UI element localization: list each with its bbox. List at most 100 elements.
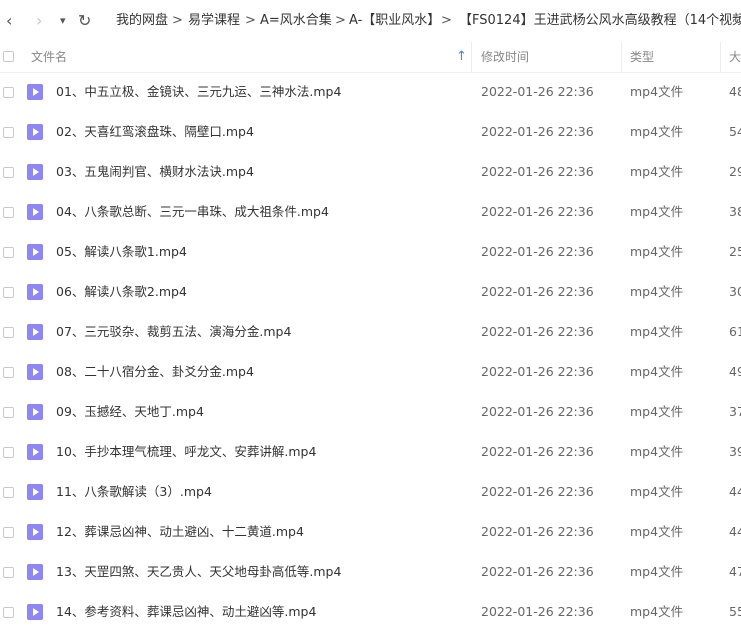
file-name[interactable]: 06、解读八条歌2.mp4 <box>56 272 187 312</box>
file-size: 48 <box>729 84 741 99</box>
row-checkbox[interactable] <box>3 127 14 138</box>
file-size: 47 <box>729 564 741 579</box>
file-row[interactable]: 07、三元驳杂、裁剪五法、演海分金.mp4 2022-01-26 22:36 mp4… <box>0 312 741 352</box>
file-modified-time: 2022-01-26 22:36 <box>481 364 594 379</box>
back-icon[interactable]: ‹ <box>6 0 12 42</box>
file-type: mp4文件 <box>630 84 684 99</box>
select-all-checkbox[interactable] <box>3 51 14 62</box>
file-name[interactable]: 08、二十八宿分金、卦爻分金.mp4 <box>56 352 254 392</box>
row-checkbox[interactable] <box>3 607 14 618</box>
row-checkbox[interactable] <box>3 367 14 378</box>
file-modified-time: 2022-01-26 22:36 <box>481 444 594 459</box>
file-name[interactable]: 07、三元驳杂、裁剪五法、演海分金.mp4 <box>56 312 291 352</box>
file-modified-time: 2022-01-26 22:36 <box>481 484 594 499</box>
row-checkbox[interactable] <box>3 287 14 298</box>
file-row[interactable]: 01、中五立极、金镜诀、三元九运、三神水法.mp4 2022-01-26 22:3… <box>0 72 741 112</box>
file-row[interactable]: 06、解读八条歌2.mp4 2022-01-26 22:36 mp4文件 30 <box>0 272 741 312</box>
file-size: 54 <box>729 124 741 139</box>
file-type: mp4文件 <box>630 604 684 619</box>
file-row[interactable]: 14、参考资料、葬课忌凶神、动土避凶等.mp4 2022-01-26 22:36 m… <box>0 592 741 632</box>
video-file-icon <box>27 564 43 580</box>
file-type: mp4文件 <box>630 364 684 379</box>
file-row[interactable]: 10、手抄本理气梳理、呼龙文、安葬讲解.mp4 2022-01-26 22:36 m… <box>0 432 741 472</box>
video-file-icon <box>27 324 43 340</box>
file-name[interactable]: 13、天罡四煞、天乙贵人、天父地母卦高低等.mp4 <box>56 552 341 592</box>
file-size: 38 <box>729 204 741 219</box>
breadcrumb-current-folder[interactable]: 【FS0124】王进武杨公风水高级教程（14个视频） <box>459 0 741 42</box>
file-row[interactable]: 02、天喜红鸾滚盘珠、隔壁口.mp4 2022-01-26 22:36 mp4文件 5… <box>0 112 741 152</box>
file-row[interactable]: 05、解读八条歌1.mp4 2022-01-26 22:36 mp4文件 25 <box>0 232 741 272</box>
row-checkbox[interactable] <box>3 167 14 178</box>
file-name[interactable]: 04、八条歌总断、三元一串珠、成大祖条件.mp4 <box>56 192 329 232</box>
file-name[interactable]: 03、五鬼闹判官、横财水法诀.mp4 <box>56 152 254 192</box>
file-row[interactable]: 03、五鬼闹判官、横财水法诀.mp4 2022-01-26 22:36 mp4文件 2… <box>0 152 741 192</box>
file-modified-time: 2022-01-26 22:36 <box>481 564 594 579</box>
refresh-icon[interactable]: ↻ <box>78 0 91 42</box>
file-size: 44 <box>729 524 741 539</box>
file-name[interactable]: 02、天喜红鸾滚盘珠、隔壁口.mp4 <box>56 112 254 152</box>
file-type: mp4文件 <box>630 164 684 179</box>
file-type: mp4文件 <box>630 124 684 139</box>
breadcrumb-overflow-icon[interactable]: > <box>736 0 741 42</box>
file-row[interactable]: 09、玉撼经、天地丁.mp4 2022-01-26 22:36 mp4文件 37 <box>0 392 741 432</box>
row-checkbox[interactable] <box>3 327 14 338</box>
row-checkbox[interactable] <box>3 87 14 98</box>
row-checkbox[interactable] <box>3 247 14 258</box>
file-row[interactable]: 04、八条歌总断、三元一串珠、成大祖条件.mp4 2022-01-26 22:36… <box>0 192 741 232</box>
column-header-modified[interactable]: 修改时间 <box>481 42 529 72</box>
file-name[interactable]: 12、葬课忌凶神、动土避凶、十二黄道.mp4 <box>56 512 304 552</box>
column-divider[interactable] <box>621 42 622 72</box>
breadcrumb-my-drive[interactable]: 我的网盘 <box>116 0 168 42</box>
file-name[interactable]: 11、八条歌解读（3）.mp4 <box>56 472 212 512</box>
row-checkbox[interactable] <box>3 567 14 578</box>
file-size: 37 <box>729 404 741 419</box>
breadcrumb-separator: > <box>335 13 346 28</box>
file-row[interactable]: 12、葬课忌凶神、动土避凶、十二黄道.mp4 2022-01-26 22:36 mp… <box>0 512 741 552</box>
breadcrumb-fengshui-collection[interactable]: A=风水合集 <box>260 0 332 42</box>
breadcrumb-courses[interactable]: 易学课程 <box>188 0 240 42</box>
breadcrumb-professional-fengshui[interactable]: A-【职业风水】 <box>349 0 440 42</box>
file-name[interactable]: 09、玉撼经、天地丁.mp4 <box>56 392 204 432</box>
file-size: 49 <box>729 364 741 379</box>
file-modified-time: 2022-01-26 22:36 <box>481 324 594 339</box>
column-header-name[interactable]: 文件名 <box>31 42 67 72</box>
file-type: mp4文件 <box>630 524 684 539</box>
row-checkbox[interactable] <box>3 407 14 418</box>
breadcrumb-separator: > <box>245 13 256 28</box>
row-checkbox[interactable] <box>3 447 14 458</box>
file-size: 61 <box>729 324 741 339</box>
file-modified-time: 2022-01-26 22:36 <box>481 164 594 179</box>
file-type: mp4文件 <box>630 244 684 259</box>
row-checkbox[interactable] <box>3 487 14 498</box>
row-checkbox[interactable] <box>3 527 14 538</box>
file-modified-time: 2022-01-26 22:36 <box>481 244 594 259</box>
file-type: mp4文件 <box>630 284 684 299</box>
file-size: 55 <box>729 604 741 619</box>
file-type: mp4文件 <box>630 204 684 219</box>
file-row[interactable]: 13、天罡四煞、天乙贵人、天父地母卦高低等.mp4 2022-01-26 22:3… <box>0 552 741 592</box>
column-divider[interactable] <box>720 42 721 72</box>
file-size: 30 <box>729 284 741 299</box>
breadcrumb-separator: > <box>441 13 452 28</box>
row-checkbox[interactable] <box>3 207 14 218</box>
file-size: 44 <box>729 484 741 499</box>
forward-icon[interactable]: › <box>36 0 42 42</box>
sort-ascending-icon[interactable]: ↑ <box>456 42 467 72</box>
file-row[interactable]: 11、八条歌解读（3）.mp4 2022-01-26 22:36 mp4文件 44 <box>0 472 741 512</box>
history-dropdown-icon[interactable]: ▾ <box>60 0 66 42</box>
file-name[interactable]: 05、解读八条歌1.mp4 <box>56 232 187 272</box>
file-name[interactable]: 14、参考资料、葬课忌凶神、动土避凶等.mp4 <box>56 592 316 632</box>
video-file-icon <box>27 484 43 500</box>
video-file-icon <box>27 604 43 620</box>
file-type: mp4文件 <box>630 564 684 579</box>
column-header-type[interactable]: 类型 <box>630 42 654 72</box>
column-divider[interactable] <box>471 42 472 72</box>
file-type: mp4文件 <box>630 324 684 339</box>
file-name[interactable]: 01、中五立极、金镜诀、三元九运、三神水法.mp4 <box>56 72 341 112</box>
file-type: mp4文件 <box>630 484 684 499</box>
file-name[interactable]: 10、手抄本理气梳理、呼龙文、安葬讲解.mp4 <box>56 432 316 472</box>
file-size: 29 <box>729 164 741 179</box>
column-header-size[interactable]: 大 <box>729 42 741 72</box>
file-row[interactable]: 08、二十八宿分金、卦爻分金.mp4 2022-01-26 22:36 mp4文件 4… <box>0 352 741 392</box>
video-file-icon <box>27 124 43 140</box>
